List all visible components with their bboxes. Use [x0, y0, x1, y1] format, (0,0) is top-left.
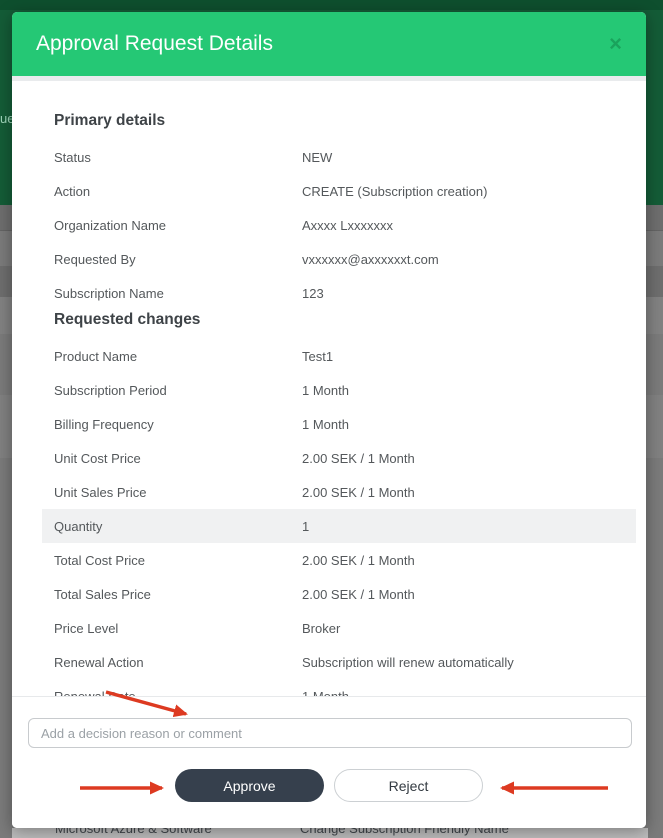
section-heading: Primary details	[54, 111, 636, 131]
detail-value: Axxxx Lxxxxxxx	[302, 218, 393, 233]
detail-row: Requested By vxxxxxx@axxxxxxt.com	[42, 242, 636, 276]
detail-row: Price Level Broker	[42, 611, 636, 645]
action-buttons: Approve Reject	[12, 769, 646, 802]
detail-value: 2.00 SEK / 1 Month	[302, 451, 415, 466]
detail-row: Renewal Action Subscription will renew a…	[42, 645, 636, 679]
approve-button[interactable]: Approve	[175, 769, 324, 802]
detail-label: Organization Name	[54, 218, 302, 233]
detail-label: Subscription Name	[54, 286, 302, 301]
detail-value: NEW	[302, 150, 332, 165]
detail-label: Price Level	[54, 621, 302, 636]
reject-button[interactable]: Reject	[334, 769, 483, 802]
detail-label: Quantity	[54, 519, 302, 534]
detail-value: Broker	[302, 621, 340, 636]
detail-row: Subscription Name 123	[42, 276, 636, 310]
detail-label: Unit Cost Price	[54, 451, 302, 466]
detail-label: Total Cost Price	[54, 553, 302, 568]
detail-label: Billing Frequency	[54, 417, 302, 432]
section-heading: Requested changes	[54, 310, 636, 330]
detail-row: Action CREATE (Subscription creation)	[42, 174, 636, 208]
detail-row: Status NEW	[42, 140, 636, 174]
approval-request-modal: Approval Request Details × Primary detai…	[12, 12, 646, 828]
background-table-cell: Microsoft Azure & Software	[55, 828, 212, 836]
detail-value: Test1	[302, 349, 333, 364]
detail-label: Renewal Action	[54, 655, 302, 670]
detail-value: 123	[302, 286, 324, 301]
detail-label: Status	[54, 150, 302, 165]
detail-row: Renewal Date 1 Month	[42, 679, 636, 696]
detail-label: Total Sales Price	[54, 587, 302, 602]
detail-row: Unit Sales Price 2.00 SEK / 1 Month	[42, 475, 636, 509]
detail-row: Billing Frequency 1 Month	[42, 407, 636, 441]
modal-title: Approval Request Details	[36, 32, 609, 56]
detail-row: Total Sales Price 2.00 SEK / 1 Month	[42, 577, 636, 611]
backdrop-table-row: Microsoft Azure & Software Change Subscr…	[12, 828, 648, 838]
detail-row: Total Cost Price 2.00 SEK / 1 Month	[42, 543, 636, 577]
detail-value: 1 Month	[302, 417, 349, 432]
modal-scroll-area[interactable]: Primary details Status NEW Action CREATE…	[12, 81, 646, 696]
comment-input[interactable]	[28, 718, 632, 748]
backdrop-top-strip	[0, 0, 663, 10]
background-table-cell: Change Subscription Friendly Name	[300, 828, 509, 836]
detail-label: Product Name	[54, 349, 302, 364]
close-icon[interactable]: ×	[609, 33, 622, 55]
detail-row: Organization Name Axxxx Lxxxxxxx	[42, 208, 636, 242]
detail-value: vxxxxxx@axxxxxxt.com	[302, 252, 439, 267]
detail-value: Subscription will renew automatically	[302, 655, 514, 670]
detail-label: Requested By	[54, 252, 302, 267]
detail-value: 2.00 SEK / 1 Month	[302, 587, 415, 602]
detail-row: Quantity 1	[42, 509, 636, 543]
detail-value: 1 Month	[302, 689, 349, 697]
detail-value: 2.00 SEK / 1 Month	[302, 485, 415, 500]
detail-row: Unit Cost Price 2.00 SEK / 1 Month	[42, 441, 636, 475]
detail-label: Action	[54, 184, 302, 199]
detail-label: Subscription Period	[54, 383, 302, 398]
detail-label: Renewal Date	[54, 689, 302, 697]
detail-label: Unit Sales Price	[54, 485, 302, 500]
detail-row: Subscription Period 1 Month	[42, 373, 636, 407]
detail-row: Product Name Test1	[42, 339, 636, 373]
detail-value: 2.00 SEK / 1 Month	[302, 553, 415, 568]
detail-value: 1	[302, 519, 309, 534]
detail-value: CREATE (Subscription creation)	[302, 184, 487, 199]
modal-header: Approval Request Details ×	[12, 12, 646, 76]
modal-footer: Approve Reject	[12, 696, 646, 828]
detail-value: 1 Month	[302, 383, 349, 398]
